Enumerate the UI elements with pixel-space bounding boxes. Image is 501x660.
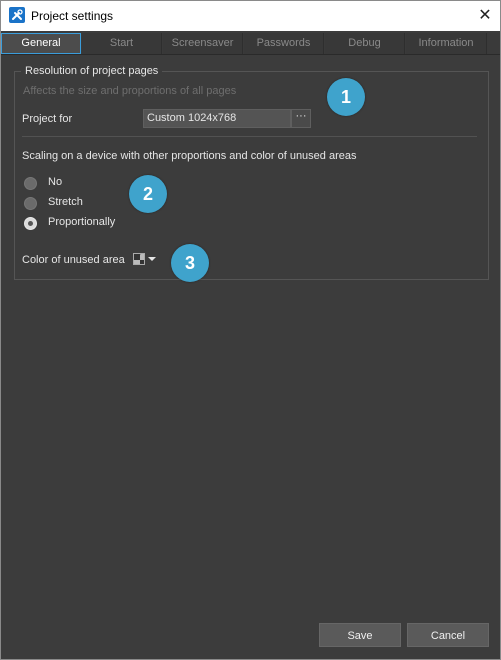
project-for-label: Project for: [22, 113, 73, 125]
radio-button-checked[interactable]: [24, 217, 37, 230]
tab-passwords[interactable]: Passwords: [244, 33, 324, 54]
tab-information[interactable]: Information: [406, 33, 487, 54]
resolution-group-title: Resolution of project pages: [21, 65, 163, 77]
resolution-hint: Affects the size and proportions of all …: [23, 85, 237, 97]
unused-color-picker[interactable]: [133, 253, 159, 266]
caret-down-icon: [148, 257, 156, 261]
radio-button[interactable]: [24, 197, 37, 210]
radio-button[interactable]: [24, 177, 37, 190]
tab-screensaver[interactable]: Screensaver: [163, 33, 243, 54]
callout-badge-1: 1: [327, 78, 365, 116]
tab-content-top: [1, 55, 500, 61]
unused-color-label: Color of unused area: [22, 254, 125, 266]
tab-debug[interactable]: Debug: [325, 33, 405, 54]
tab-bar: General Start Screensaver Passwords Debu…: [1, 33, 500, 55]
radio-label: Stretch: [48, 196, 83, 208]
scaling-heading: Scaling on a device with other proportio…: [22, 150, 357, 162]
close-icon[interactable]: ✕: [470, 1, 500, 31]
project-for-browse-button[interactable]: ···: [291, 109, 311, 128]
project-for-field[interactable]: Custom 1024x768: [143, 109, 291, 128]
cancel-button[interactable]: Cancel: [407, 623, 489, 647]
window-title: Project settings: [31, 9, 114, 23]
resolution-group: [14, 71, 489, 280]
radio-label: Proportionally: [48, 216, 116, 228]
checkerboard-swatch-icon: [133, 253, 145, 265]
tools-icon: [9, 7, 25, 23]
title-bar: Project settings ✕: [1, 1, 500, 31]
project-settings-dialog: Project settings ✕ General Start Screens…: [0, 0, 501, 660]
section-divider: [22, 136, 477, 137]
callout-badge-2: 2: [129, 175, 167, 213]
tab-general[interactable]: General: [1, 33, 81, 54]
callout-badge-3: 3: [171, 244, 209, 282]
tab-start[interactable]: Start: [82, 33, 162, 54]
save-button[interactable]: Save: [319, 623, 401, 647]
radio-label: No: [48, 176, 63, 188]
